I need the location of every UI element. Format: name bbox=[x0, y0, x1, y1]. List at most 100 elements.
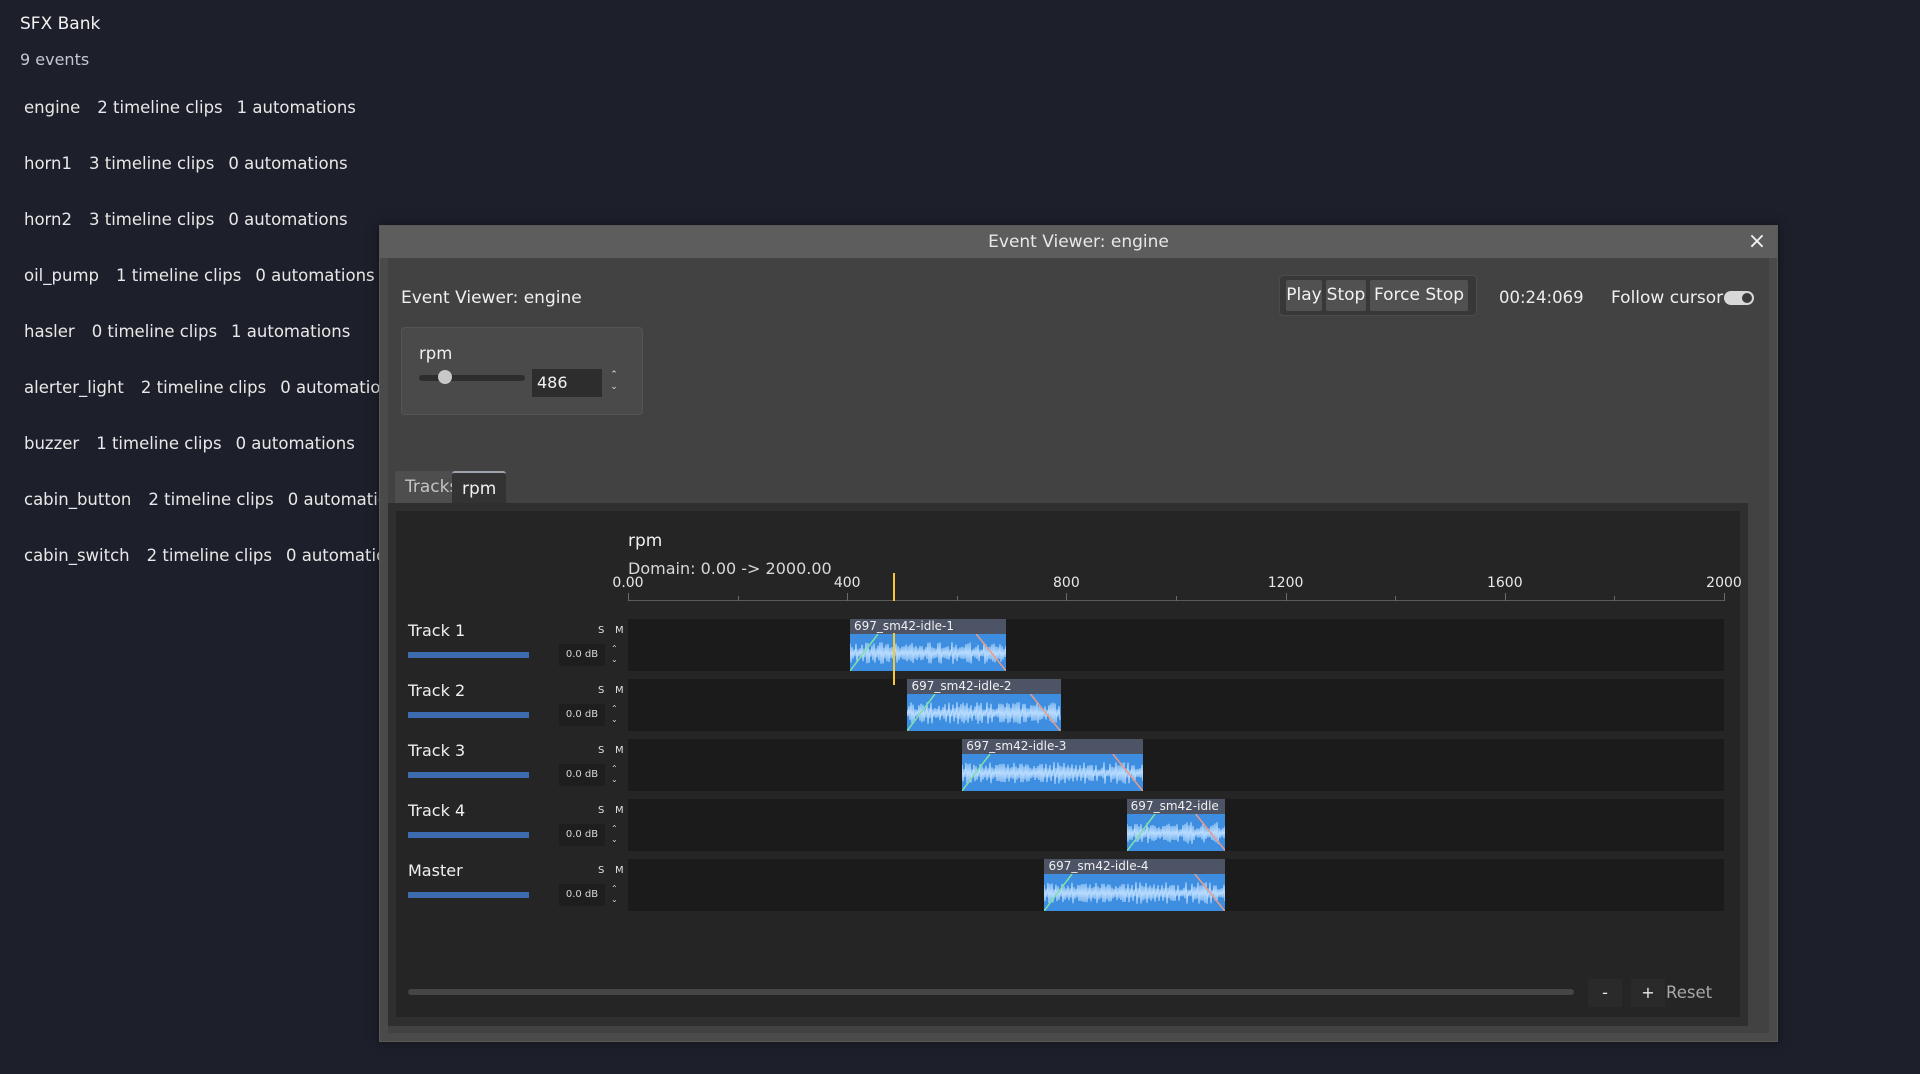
tab-rpm[interactable]: rpm bbox=[452, 471, 507, 505]
track-volume-slider[interactable] bbox=[408, 652, 529, 658]
chevron-down-icon[interactable]: ⌄ bbox=[608, 381, 620, 393]
chevron-up-icon[interactable]: ⌃ bbox=[611, 643, 618, 654]
track-volume-slider[interactable] bbox=[408, 712, 529, 718]
event-list-item[interactable]: cabin_switch 2 timeline clips 0 automation… bbox=[24, 542, 419, 570]
timeline-clip[interactable]: 697_sm42-idle-2 bbox=[907, 679, 1061, 731]
stop-button[interactable]: Stop bbox=[1326, 280, 1366, 311]
track-lane[interactable]: 697_sm42-idle-4 bbox=[628, 859, 1724, 911]
event-name: buzzer bbox=[24, 434, 80, 453]
chevron-up-icon[interactable]: ⌃ bbox=[611, 703, 618, 714]
solo-button[interactable]: S bbox=[598, 745, 604, 756]
parameter-value-input[interactable] bbox=[532, 369, 602, 397]
track-gain-input[interactable]: 0.0 dB bbox=[559, 884, 605, 906]
event-list-item[interactable]: alerter_light 2 timeline clips 0 automatio… bbox=[24, 374, 413, 402]
event-list-item[interactable]: oil_pump 1 timeline clips 0 automations bbox=[24, 262, 389, 290]
mute-button[interactable]: M bbox=[615, 685, 624, 696]
event-clip-count: 3 timeline clips bbox=[89, 154, 215, 173]
waveform-path bbox=[849, 642, 1007, 664]
chevron-up-icon[interactable]: ⌃ bbox=[611, 883, 618, 894]
clip-waveform bbox=[962, 754, 1144, 791]
clip-label: 697_sm42-idle-2 bbox=[911, 679, 1012, 693]
track-lane[interactable]: 697_sm42-idle bbox=[628, 799, 1724, 851]
event-list-item[interactable]: engine 2 timeline clips 1 automations bbox=[24, 94, 370, 122]
zoom-in-button[interactable]: + bbox=[1631, 979, 1665, 1007]
track-row: Track 1 S M 0.0 dB ⌃ ⌄ 697_sm42-idle-1 bbox=[396, 619, 1740, 671]
event-list-item[interactable]: buzzer 1 timeline clips 0 automations bbox=[24, 430, 369, 458]
track-gain-spin-arrows[interactable]: ⌃ ⌄ bbox=[611, 703, 618, 725]
track-volume-slider[interactable] bbox=[408, 892, 529, 898]
mute-button[interactable]: M bbox=[615, 865, 624, 876]
parameter-name: rpm bbox=[419, 344, 453, 363]
timeline-horizontal-scrollbar[interactable] bbox=[408, 989, 1574, 995]
track-name: Track 3 bbox=[408, 741, 466, 760]
chevron-up-icon[interactable]: ⌃ bbox=[611, 823, 618, 834]
track-gain-input[interactable]: 0.0 dB bbox=[559, 704, 605, 726]
close-icon[interactable]: × bbox=[1745, 226, 1769, 258]
chevron-down-icon[interactable]: ⌄ bbox=[611, 654, 618, 665]
ruler-tick bbox=[1285, 593, 1287, 601]
event-list-item[interactable]: hasler 0 timeline clips 1 automations bbox=[24, 318, 364, 346]
parameter-spin-arrows[interactable]: ⌃ ⌄ bbox=[608, 369, 620, 397]
play-button[interactable]: Play bbox=[1286, 280, 1322, 311]
parameter-slider[interactable] bbox=[419, 375, 525, 381]
chevron-down-icon[interactable]: ⌄ bbox=[611, 714, 618, 725]
solo-button[interactable]: S bbox=[598, 625, 604, 636]
mute-button[interactable]: M bbox=[615, 625, 624, 636]
window-titlebar[interactable]: Event Viewer: engine × bbox=[380, 226, 1777, 258]
chevron-down-icon[interactable]: ⌄ bbox=[611, 834, 618, 845]
ruler-tick-label: 0.00 bbox=[612, 575, 644, 591]
parameter-slider-handle[interactable] bbox=[437, 370, 452, 384]
ruler-tick bbox=[1504, 593, 1506, 601]
event-automation-count: 0 automations bbox=[228, 154, 348, 173]
timeline-ruler[interactable]: 0.00 400 800 1200 1600 2000 bbox=[612, 573, 1742, 601]
chevron-down-icon[interactable]: ⌄ bbox=[611, 774, 618, 785]
timeline-clip[interactable]: 697_sm42-idle-1 bbox=[849, 619, 1007, 671]
mute-button[interactable]: M bbox=[615, 805, 624, 816]
track-row: Track 4 S M 0.0 dB ⌃ ⌄ 697_sm42-idle bbox=[396, 799, 1740, 851]
event-automation-count: 0 automations bbox=[255, 266, 375, 285]
track-lane[interactable]: 697_sm42-idle-2 bbox=[628, 679, 1724, 731]
track-lane[interactable]: 697_sm42-idle-1 bbox=[628, 619, 1724, 671]
solo-button[interactable]: S bbox=[598, 805, 604, 816]
zoom-out-button[interactable]: - bbox=[1588, 979, 1622, 1007]
timeline-clip[interactable]: 697_sm42-idle-4 bbox=[1044, 859, 1226, 911]
track-volume-slider[interactable] bbox=[408, 772, 529, 778]
event-clip-count: 1 timeline clips bbox=[96, 434, 222, 453]
playhead-marker[interactable] bbox=[893, 573, 896, 601]
solo-button[interactable]: S bbox=[598, 685, 604, 696]
force-stop-button[interactable]: Force Stop bbox=[1370, 280, 1468, 311]
timeline-clip[interactable]: 697_sm42-idle bbox=[1126, 799, 1226, 851]
track-name: Master bbox=[408, 861, 463, 880]
time-readout: 00:24:069 bbox=[1499, 288, 1584, 307]
ruler-tick bbox=[1614, 596, 1616, 601]
follow-cursor-toggle[interactable] bbox=[1724, 291, 1754, 305]
timeline-clip[interactable]: 697_sm42-idle-3 bbox=[962, 739, 1144, 791]
event-name: oil_pump bbox=[24, 266, 99, 285]
track-gain-spin-arrows[interactable]: ⌃ ⌄ bbox=[611, 643, 618, 665]
track-row: Track 2 S M 0.0 dB ⌃ ⌄ 697_sm42-idle-2 bbox=[396, 679, 1740, 731]
event-list-item[interactable]: horn1 3 timeline clips 0 automations bbox=[24, 150, 362, 178]
track-gain-spin-arrows[interactable]: ⌃ ⌄ bbox=[611, 763, 618, 785]
ruler-tick-label: 800 bbox=[1053, 575, 1080, 591]
solo-button[interactable]: S bbox=[598, 865, 604, 876]
event-list-item[interactable]: cabin_button 2 timeline clips 0 automation… bbox=[24, 486, 421, 514]
chevron-up-icon[interactable]: ⌃ bbox=[611, 763, 618, 774]
event-name: horn1 bbox=[24, 154, 73, 173]
playhead-line bbox=[893, 633, 896, 685]
track-gain-input[interactable]: 0.0 dB bbox=[559, 824, 605, 846]
mute-button[interactable]: M bbox=[615, 745, 624, 756]
track-volume-slider[interactable] bbox=[408, 832, 529, 838]
track-gain-spin-arrows[interactable]: ⌃ ⌄ bbox=[611, 883, 618, 905]
event-list-item[interactable]: horn2 3 timeline clips 0 automations bbox=[24, 206, 362, 234]
chevron-up-icon[interactable]: ⌃ bbox=[608, 369, 620, 381]
track-gain-input[interactable]: 0.0 dB bbox=[559, 644, 605, 666]
event-clip-count: 1 timeline clips bbox=[116, 266, 242, 285]
event-automation-count: 1 automations bbox=[231, 322, 351, 341]
track-gain-spin-arrows[interactable]: ⌃ ⌄ bbox=[611, 823, 618, 845]
rpm-tab-panel: rpm Domain: 0.00 -> 2000.00 0.00 400 800 12… bbox=[388, 503, 1748, 1026]
track-lane[interactable]: 697_sm42-idle-3 bbox=[628, 739, 1724, 791]
clip-label: 697_sm42-idle-4 bbox=[1048, 859, 1149, 873]
zoom-reset-button[interactable]: Reset bbox=[1666, 979, 1712, 1007]
track-gain-input[interactable]: 0.0 dB bbox=[559, 764, 605, 786]
chevron-down-icon[interactable]: ⌄ bbox=[611, 894, 618, 905]
